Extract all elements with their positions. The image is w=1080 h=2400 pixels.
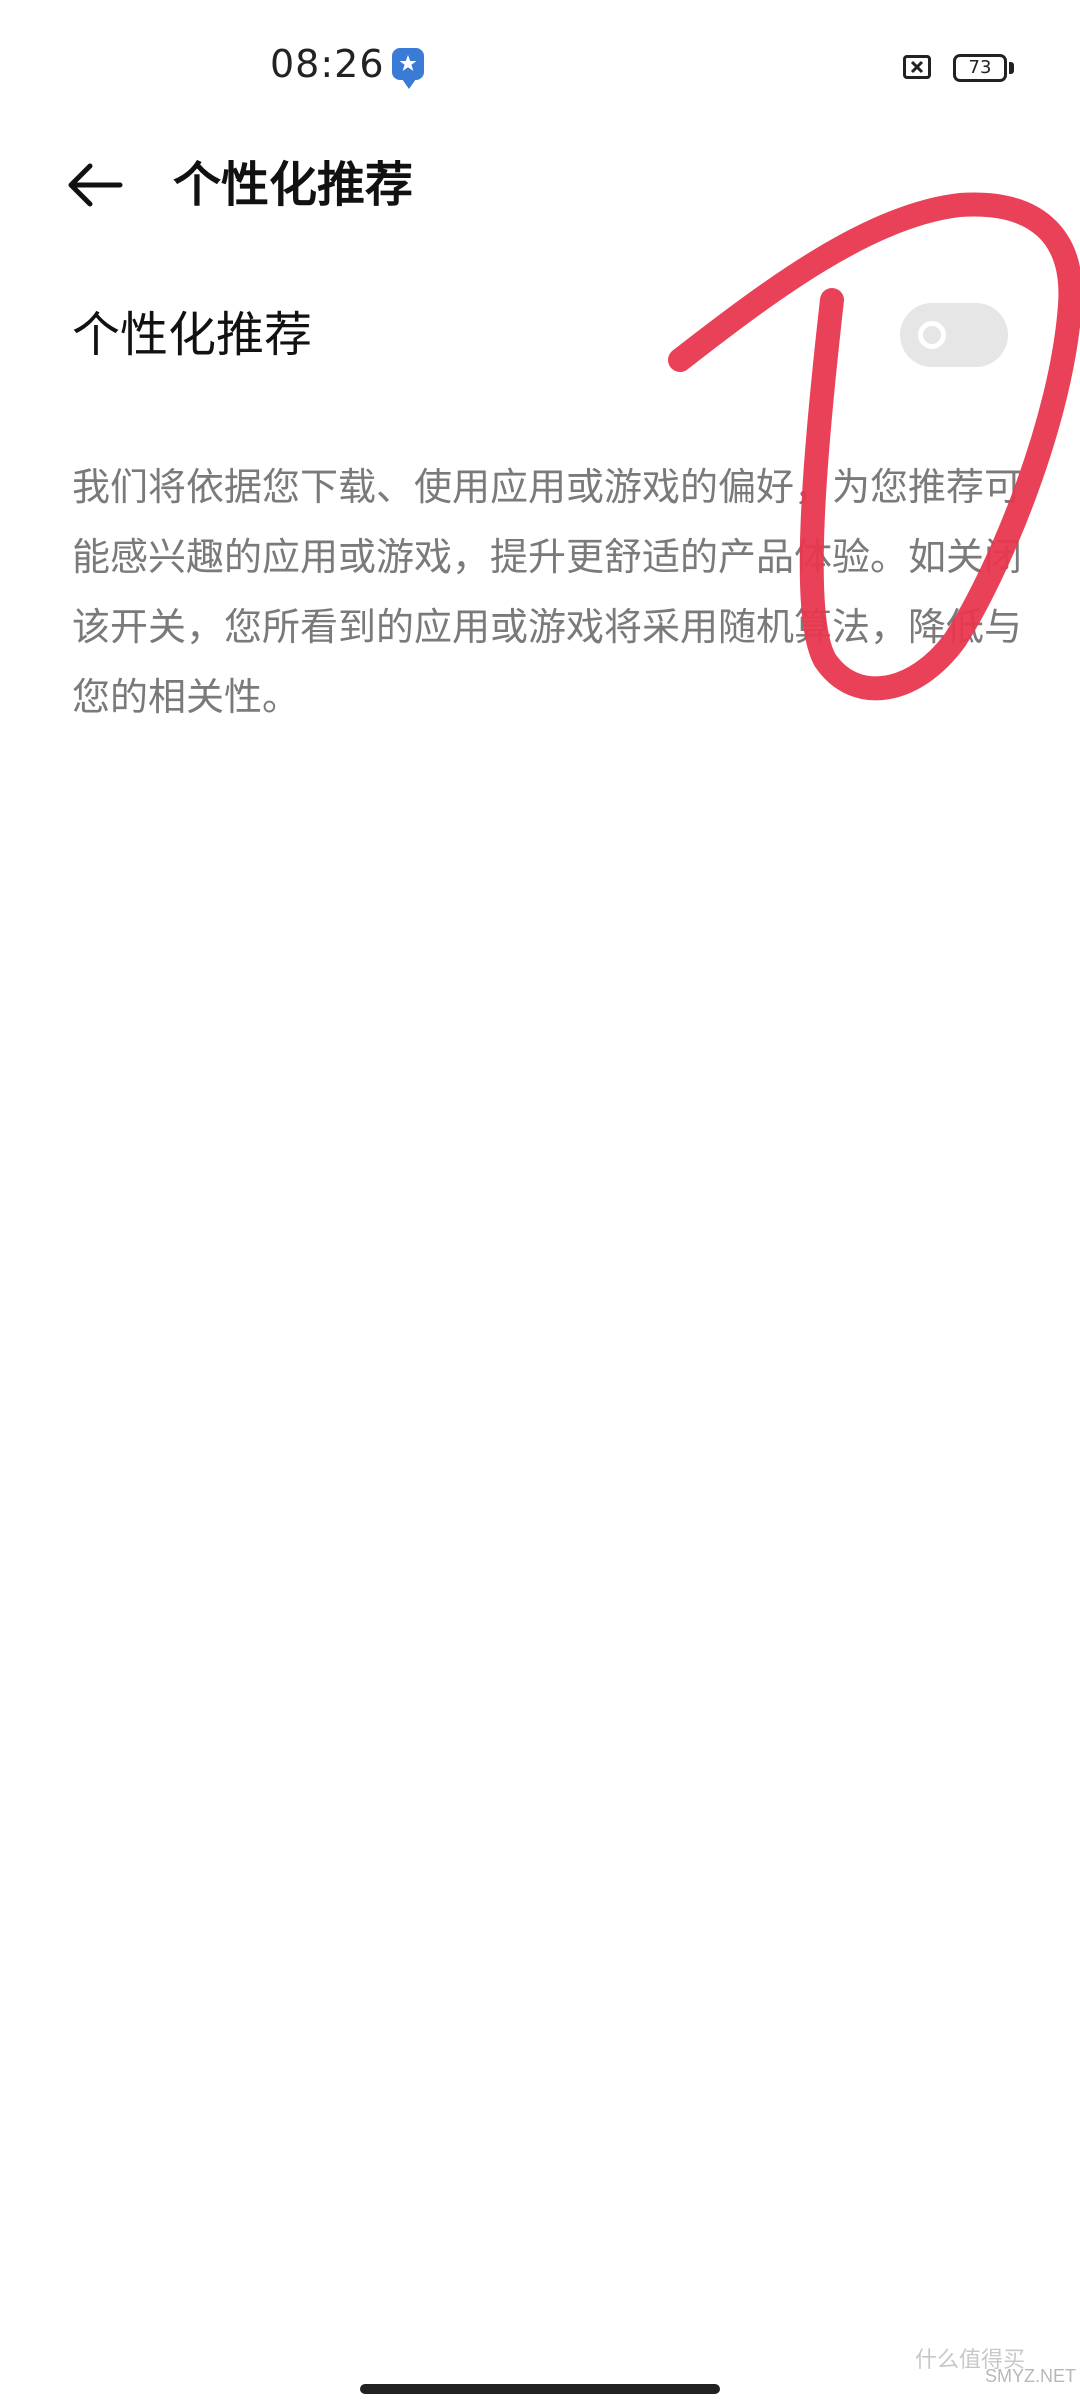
home-indicator[interactable] bbox=[360, 2384, 720, 2394]
page-title: 个性化推荐 bbox=[173, 157, 414, 213]
no-sim-icon bbox=[903, 55, 931, 79]
toggle-knob bbox=[918, 321, 946, 349]
status-time: 08:26 bbox=[270, 42, 385, 86]
personalized-recommendation-toggle[interactable] bbox=[900, 303, 1008, 367]
battery-icon: 73 bbox=[953, 54, 1007, 82]
arrow-left-icon bbox=[68, 163, 123, 207]
battery-tip bbox=[1009, 62, 1014, 74]
app-notification-icon bbox=[392, 48, 424, 89]
status-bar: 08:26 73 bbox=[0, 0, 1080, 120]
setting-description: 我们将依据您下载、使用应用或游戏的偏好，为您推荐可能感兴趣的应用或游戏，提升更舒… bbox=[72, 465, 1023, 719]
watermark-sub: SMYZ.NET bbox=[985, 2366, 1077, 2386]
setting-label: 个性化推荐 bbox=[72, 307, 313, 363]
back-button[interactable] bbox=[60, 150, 130, 220]
personalized-recommendation-row[interactable]: 个性化推荐 bbox=[0, 290, 1080, 380]
top-app-bar: 个性化推荐 bbox=[0, 140, 1080, 230]
